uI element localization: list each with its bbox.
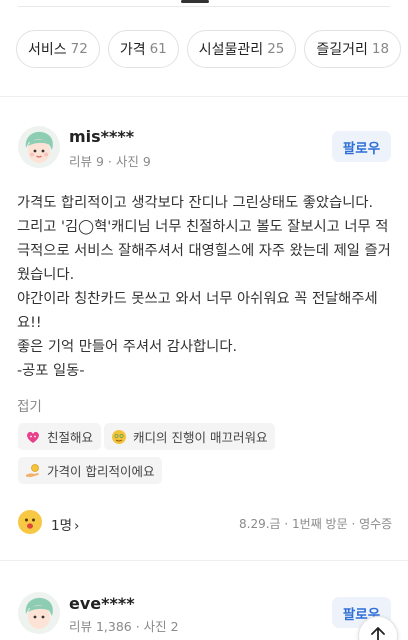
review-line: 그리고 '김◯혁'캐디님 너무 친절하시고 볼도 잘보시고 너무 적	[17, 219, 389, 235]
follow-button[interactable]: 팔로우	[332, 131, 391, 162]
avatar[interactable]	[18, 592, 60, 634]
section-divider	[0, 96, 408, 97]
chip-label: 가격	[119, 42, 146, 58]
chip-label: 서비스	[28, 42, 67, 58]
chip-count: 18	[371, 41, 390, 57]
filter-chip-facility[interactable]: 시설물관리 25	[186, 30, 297, 68]
tag-label: 친절해요	[47, 430, 94, 445]
chip-label: 시설물관리	[198, 42, 264, 58]
money-face-icon	[111, 429, 127, 445]
tag-label: 캐디의 진행이 매끄러워요	[133, 430, 268, 445]
reviewer-name[interactable]: eve****	[69, 594, 135, 613]
review-line: 요!!	[17, 315, 42, 331]
filter-chip-price[interactable]: 가격 61	[107, 30, 179, 68]
visit-info: 8.29.금 · 1번째 방문 · 영수증	[239, 517, 393, 531]
reaction-count-label: 1명	[51, 518, 73, 534]
reviewer-name[interactable]: mis****	[69, 127, 134, 146]
coin-hand-icon	[25, 463, 41, 479]
chevron-right-icon: ›	[74, 518, 80, 534]
active-tab-indicator	[181, 0, 209, 3]
fold-button[interactable]: 접기	[17, 395, 42, 415]
keyword-tag: 캐디의 진행이 매끄러워요	[104, 423, 276, 450]
chip-count: 61	[149, 41, 167, 57]
arrow-up-icon	[371, 627, 385, 640]
reviewer-stats: 리뷰 9 · 사진 9	[69, 154, 151, 169]
reaction-emoji-icon[interactable]	[18, 510, 42, 534]
chip-label: 즐길거리	[316, 42, 368, 58]
tab-divider	[18, 6, 390, 7]
chip-count: 72	[70, 41, 88, 57]
filter-chip-fun[interactable]: 즐길거리 18	[304, 30, 402, 68]
tab-bar-remnant	[0, 0, 408, 20]
review-line: 야간이라 칭찬카드 못쓰고 와서 너무 아쉬워요 꼭 전달해주세	[17, 291, 378, 307]
review-text: 가격도 합리적이고 생각보다 잔디나 그린상태도 좋았습니다. 그리고 '김◯혁…	[17, 191, 395, 383]
heart-face-icon	[25, 429, 41, 445]
avatar[interactable]	[18, 126, 60, 168]
review-line: 좋은 기억 만들어 주셔서 감사합니다.	[17, 339, 238, 355]
avatar-icon	[18, 126, 60, 168]
review-line: 웠습니다.	[17, 267, 75, 283]
keyword-tag: 친절해요	[18, 423, 102, 450]
review-divider	[0, 560, 408, 561]
reviewer-stats: 리뷰 1,386 · 사진 2	[69, 619, 179, 634]
keyword-filter-bar: 서비스 72 가격 61 시설물관리 25 즐길거리 18	[0, 30, 408, 70]
chip-count: 25	[267, 41, 285, 57]
keyword-tag: 가격이 합리적이에요	[18, 457, 163, 484]
review-line: 극적으로 서비스 잘해주셔서 대영힐스에 자주 왔는데 제일 즐거	[17, 243, 391, 259]
avatar-icon	[18, 592, 60, 634]
reaction-count[interactable]: 1명 ›	[51, 514, 79, 534]
review-line: 가격도 합리적이고 생각보다 잔디나 그린상태도 좋았습니다.	[17, 195, 374, 211]
review-line: -공포 일동-	[17, 363, 85, 379]
tag-label: 가격이 합리적이에요	[47, 464, 155, 479]
filter-chip-service[interactable]: 서비스 72	[16, 30, 100, 68]
